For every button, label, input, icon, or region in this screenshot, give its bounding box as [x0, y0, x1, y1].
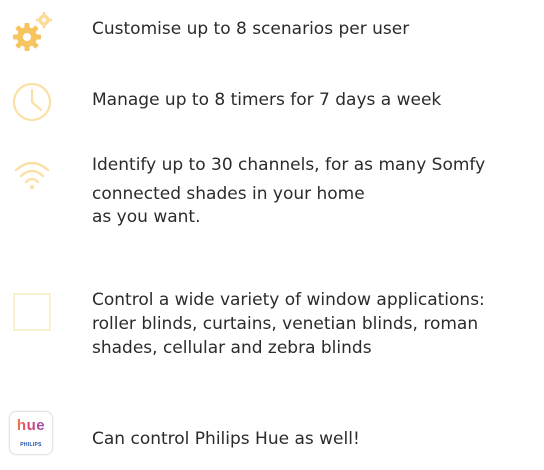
- feature-text: Manage up to 8 timers for 7 days a week: [92, 89, 441, 112]
- window-frame-icon: [10, 290, 54, 334]
- feature-text: Control a wide variety of window applica…: [92, 288, 485, 360]
- philips-logo-text: PHILIPS: [20, 442, 42, 448]
- feature-line: shades, cellular and zebra blinds: [92, 338, 372, 358]
- feature-text: Identify up to 30 channels, for as many …: [92, 154, 485, 229]
- feature-text: Customise up to 8 scenarios per user: [92, 18, 409, 41]
- clock-icon: [10, 80, 54, 124]
- feature-line: connected shades in your home: [92, 184, 365, 204]
- feature-line: Can control Philips Hue as well!: [92, 429, 360, 449]
- feature-line: roller blinds, curtains, venetian blinds…: [92, 314, 479, 334]
- feature-line: Customise up to 8 scenarios per user: [92, 19, 410, 39]
- hue-logo-text: hue: [10, 417, 52, 434]
- feature-line: as you want.: [92, 207, 201, 227]
- hue-logo-tile: hue PHILIPS: [10, 412, 52, 454]
- feature-text: Can control Philips Hue as well!: [92, 428, 360, 451]
- hue-app-icon: hue PHILIPS: [10, 412, 52, 454]
- wifi-icon: [10, 150, 54, 194]
- gear-icon: [10, 10, 54, 54]
- feature-line: Identify up to 30 channels, for as many …: [92, 155, 486, 175]
- feature-line: Control a wide variety of window applica…: [92, 290, 485, 310]
- feature-line: Manage up to 8 timers for 7 days a week: [92, 90, 442, 110]
